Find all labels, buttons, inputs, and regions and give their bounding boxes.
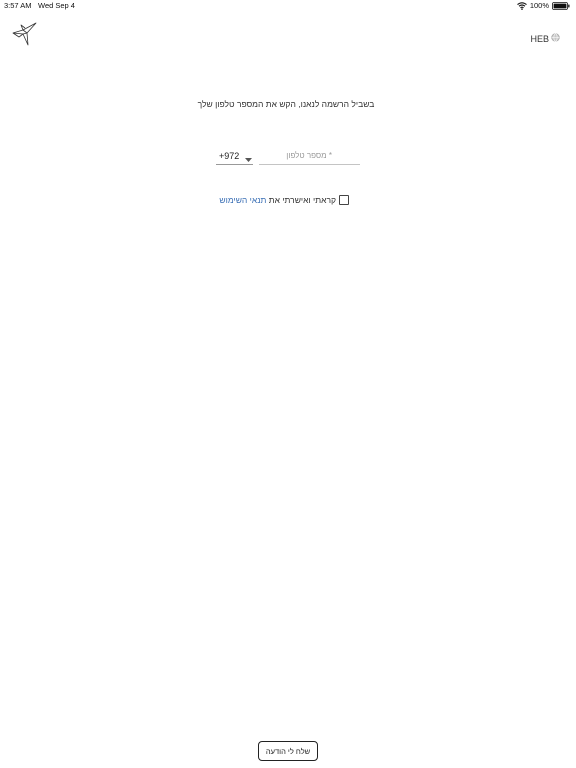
country-code-value: +972 [219,151,240,161]
terms-prefix: קראתי ואישרתי את [266,195,336,205]
terms-row: קראתי ואישרתי את תנאי השימוש [0,194,576,206]
send-message-button[interactable]: שלח לי הודעה [258,741,318,761]
status-indicators: 100% [516,0,570,12]
registration-screen: 3:57 AM Wed Sep 4 100% HEB בשביל הרשמה ל… [0,0,576,768]
instruction-text: בשביל הרשמה לנאנו, הקש את המספר טלפון של… [0,99,576,109]
status-bar: 3:57 AM Wed Sep 4 100% [0,0,576,12]
terms-checkbox[interactable] [339,195,349,205]
phone-input-row: +972 * מספר טלפון [216,146,362,166]
language-selector[interactable]: HEB [530,33,560,44]
origami-bird-logo [12,21,38,47]
globe-icon [551,33,560,44]
caret-down-icon [245,154,252,164]
country-code-select[interactable]: +972 [216,146,253,165]
phone-number-input[interactable]: * מספר טלפון [259,146,360,165]
language-label: HEB [530,33,549,44]
terms-label: קראתי ואישרתי את תנאי השימוש [219,195,336,205]
status-time: 3:57 AM [4,1,32,10]
status-date: Wed Sep 4 [38,1,75,10]
battery-percent: 100% [529,1,549,10]
terms-of-use-link[interactable]: תנאי השימוש [219,195,266,205]
battery-icon [552,2,570,10]
instruction-label: בשביל הרשמה לנאנו, הקש את המספר טלפון של… [197,99,375,109]
wifi-icon [516,2,527,10]
phone-placeholder: * מספר טלפון [286,151,332,160]
